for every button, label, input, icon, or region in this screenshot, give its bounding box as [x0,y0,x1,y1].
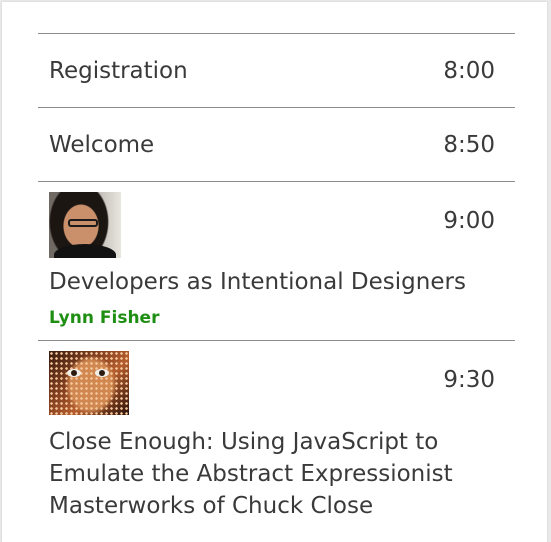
schedule-row-talk: 9:30 Close Enough: Using JavaScript to E… [38,340,515,531]
session-time: 8:50 [443,132,495,158]
speaker-avatar[interactable] [49,351,129,415]
talk-title[interactable]: Close Enough: Using JavaScript to Emulat… [49,426,509,522]
talk-title[interactable]: Developers as Intentional Designers [49,267,466,297]
session-title: Welcome [49,132,155,158]
session-time: 8:00 [443,58,495,84]
session-time: 9:30 [443,367,495,393]
schedule-row-talk: 9:00 Developers as Intentional Designers… [38,181,515,340]
glasses-shape [68,219,98,227]
schedule-list: Registration 8:00 Welcome 8:50 9:00 Deve… [38,33,515,531]
schedule-card: Registration 8:00 Welcome 8:50 9:00 Deve… [2,2,547,542]
speaker-avatar[interactable] [49,192,121,258]
schedule-row-registration: Registration 8:00 [38,33,515,107]
speaker-name-link[interactable]: Lynn Fisher [49,307,159,329]
schedule-row-welcome: Welcome 8:50 [38,107,515,181]
session-title: Registration [49,58,188,84]
session-time: 9:00 [443,208,495,234]
eye-shape [67,369,81,377]
eye-shape [95,369,109,377]
shoulder-shape [54,244,116,258]
